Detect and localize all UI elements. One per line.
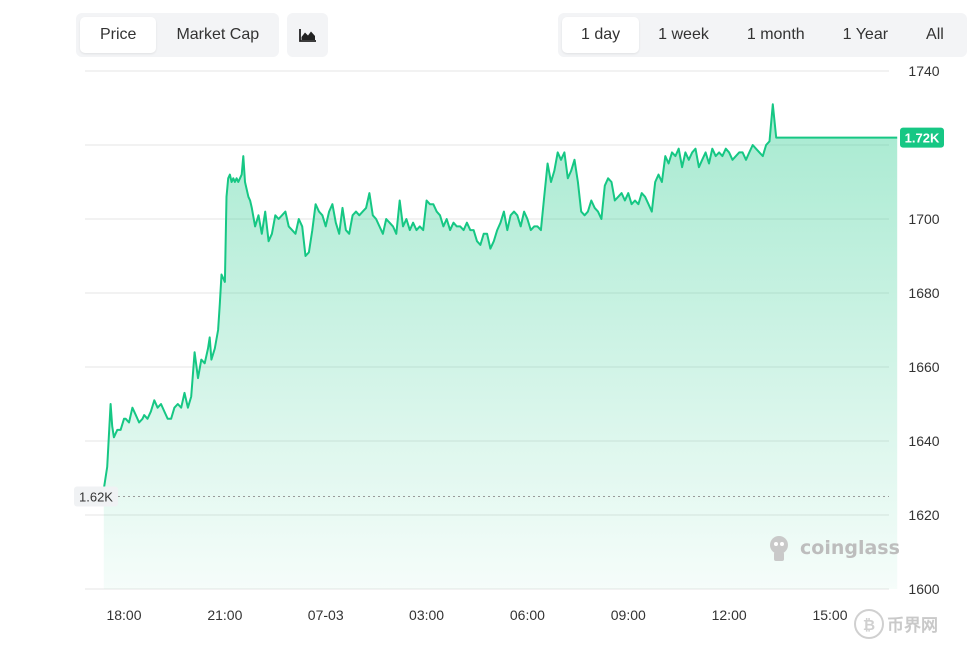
- y-tick-label: 1680: [908, 285, 939, 301]
- x-tick-label: 21:00: [207, 607, 242, 623]
- coin-logo-glyph: ₿: [863, 616, 875, 634]
- x-tick-label: 03:00: [409, 607, 444, 623]
- x-tick-label: 15:00: [812, 607, 847, 623]
- y-tick-label: 1600: [908, 581, 939, 597]
- y-tick-label: 1620: [908, 507, 939, 523]
- watermark-text: coinglass: [800, 537, 900, 559]
- corner-watermark: ₿ 币界网: [854, 609, 938, 639]
- start-price-label: 1.62K: [79, 490, 113, 505]
- x-tick-label: 09:00: [611, 607, 646, 623]
- current-price-badge: 1.72K: [900, 127, 944, 148]
- x-axis-labels: 18:00 21:00 07-03 03:00 06:00 09:00 12:00 15:00: [106, 607, 847, 623]
- corner-watermark-text: 币界网: [887, 616, 938, 636]
- x-tick-label: 12:00: [712, 607, 747, 623]
- start-price-badge: 1.62K: [74, 486, 118, 507]
- y-tick-label: 1700: [908, 211, 939, 227]
- y-tick-label: 1660: [908, 359, 939, 375]
- current-price-label: 1.72K: [905, 131, 940, 146]
- x-tick-label: 07-03: [308, 607, 344, 623]
- x-tick-label: 06:00: [510, 607, 545, 623]
- x-tick-label: 18:00: [106, 607, 141, 623]
- price-area-fill: [103, 104, 898, 590]
- y-tick-label: 1640: [908, 433, 939, 449]
- price-chart: 1600 1620 1640 1660 1680 1700 1740 18:00 21:00 0…: [74, 63, 944, 639]
- y-tick-label: 1740: [908, 63, 939, 79]
